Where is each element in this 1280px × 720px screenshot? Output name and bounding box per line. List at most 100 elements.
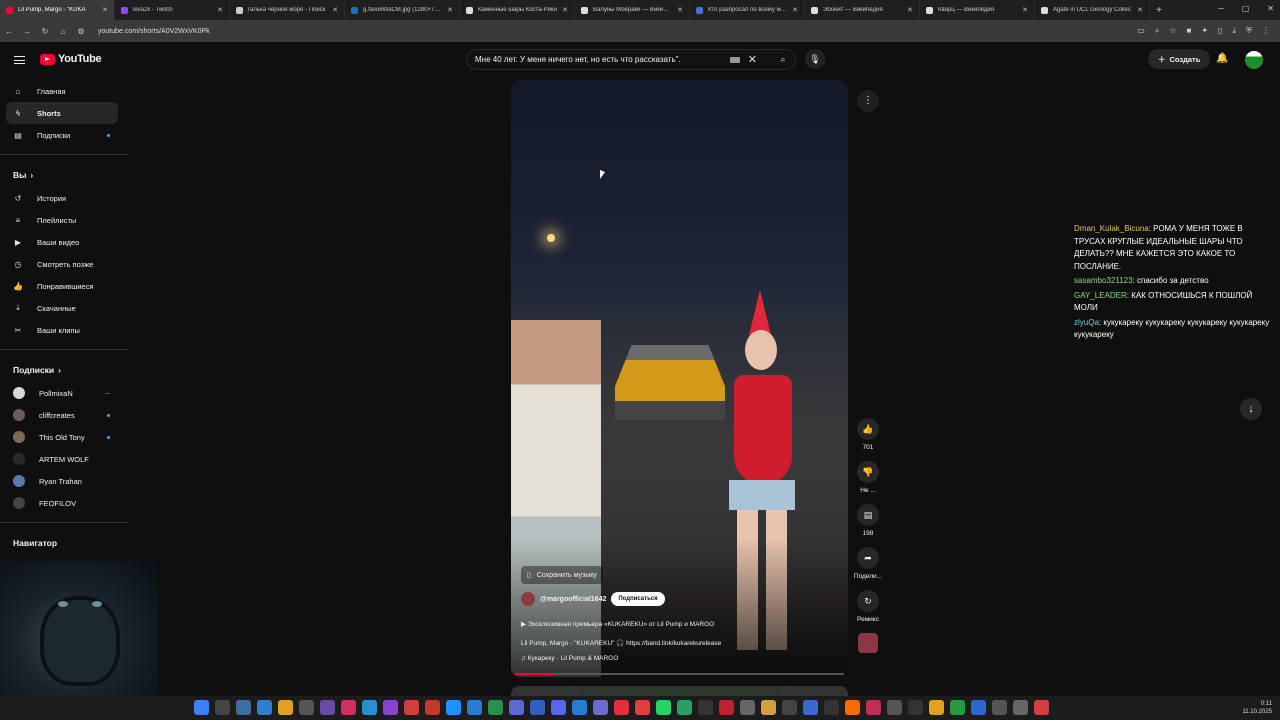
taskbar-app-icon[interactable] — [782, 700, 797, 715]
taskbar-app-icon[interactable] — [635, 700, 650, 715]
subscribe-button[interactable]: Подписаться — [611, 592, 665, 606]
extension-icon[interactable]: ■ — [1187, 26, 1192, 36]
sidebar-item[interactable]: ▤ Подписки — [6, 124, 118, 146]
taskbar-app-icon[interactable] — [509, 700, 524, 715]
browser-tab[interactable]: Валуны Моераки — Википедия ✕ — [575, 0, 690, 20]
cast-icon[interactable]: ▭ — [1137, 26, 1145, 36]
taskbar-app-icon[interactable] — [1013, 700, 1028, 715]
browser-tab[interactable]: Эбонит — Википедия ✕ — [805, 0, 920, 20]
sidebar-item[interactable]: This Old Tony — [6, 426, 118, 448]
taskbar-app-icon[interactable] — [467, 700, 482, 715]
remix-icon[interactable]: ↻ — [857, 590, 879, 612]
channel-avatar[interactable] — [521, 592, 535, 606]
create-button[interactable]: ＋ Создать — [1148, 49, 1211, 69]
taskbar-app-icon[interactable] — [824, 700, 839, 715]
sidebar-item[interactable]: ↺ История — [6, 187, 118, 209]
more-options-icon[interactable]: ⋮ — [857, 90, 879, 112]
taskbar-app-icon[interactable] — [551, 700, 566, 715]
back-icon[interactable]: ← — [0, 27, 18, 36]
tab-close-icon[interactable]: ✕ — [907, 6, 913, 14]
maximize-icon[interactable]: ▢ — [1242, 4, 1250, 13]
section-subscriptions[interactable]: Подписки › — [0, 358, 128, 382]
sidebar-item[interactable]: ✂ Ваши клипы — [6, 319, 118, 341]
taskbar-app-icon[interactable] — [971, 700, 986, 715]
sidebar-item[interactable]: cliffcreates — [6, 404, 118, 426]
share-icon[interactable]: ➦ — [857, 547, 879, 569]
downloads-browser-icon[interactable]: ⤓ — [1232, 26, 1236, 36]
channel-handle[interactable]: @margoofficial1642 — [540, 596, 606, 603]
share-action[interactable]: ➦ Подели... — [852, 547, 884, 580]
sidebar-item[interactable]: Ryan Trahan — [6, 470, 118, 492]
minimize-icon[interactable]: ─ — [1218, 4, 1224, 13]
taskbar-app-icon[interactable] — [320, 700, 335, 715]
zoom-icon[interactable]: ⌕ — [1155, 26, 1159, 36]
taskbar-app-icon[interactable] — [719, 700, 734, 715]
new-tab-icon[interactable]: + — [1150, 5, 1168, 16]
home-browser-icon[interactable]: ⌂ — [54, 27, 72, 36]
browser-tab[interactable]: галька черное море - Поиск ✕ — [230, 0, 345, 20]
taskbar-app-icon[interactable] — [803, 700, 818, 715]
search-icon[interactable]: ⌕ — [771, 54, 795, 65]
bookmark-star-icon[interactable]: ☆ — [1169, 26, 1176, 36]
taskbar-app-icon[interactable] — [236, 700, 251, 715]
url-field[interactable]: youtube.com/shorts/A0V2WxVK0Pk — [98, 28, 1137, 35]
taskbar-app-icon[interactable] — [362, 700, 377, 715]
taskbar-app-icon[interactable] — [950, 700, 965, 715]
sidebar-item[interactable]: ⌂ Главная — [6, 80, 118, 102]
extensions-puzzle-icon[interactable]: ✦ — [1201, 26, 1208, 36]
like-action[interactable]: 👍 701 — [852, 418, 884, 451]
taskbar-app-icon[interactable] — [656, 700, 671, 715]
browser-tab[interactable]: leva2k - Twitch ✕ — [115, 0, 230, 20]
sidebar-item[interactable]: ▶ Ваши видео — [6, 231, 118, 253]
taskbar-app-icon[interactable] — [908, 700, 923, 715]
tab-close-icon[interactable]: ✕ — [677, 6, 683, 14]
next-short-preview[interactable] — [511, 686, 848, 696]
browser-tab[interactable]: Кто разбросал по всему ми... ✕ — [690, 0, 805, 20]
sidebar-item[interactable]: ◷ Смотреть позже — [6, 253, 118, 275]
taskbar-app-icon[interactable] — [299, 700, 314, 715]
music-line[interactable]: ♫ Кукареку · Lil Pump & MARGO — [521, 655, 618, 662]
youtube-logo[interactable]: YouTube — [40, 53, 102, 65]
taskbar-app-icon[interactable] — [425, 700, 440, 715]
thumbs-down-icon[interactable]: 👎 — [857, 461, 879, 483]
save-music-button[interactable]: ▯ Сохранить музыку — [521, 566, 603, 584]
sidebar-item[interactable]: 👍 Понравившиеся — [6, 275, 118, 297]
taskbar-app-icon[interactable] — [383, 700, 398, 715]
clear-search-icon[interactable]: ✕ — [748, 53, 757, 66]
taskbar-app-icon[interactable] — [1034, 700, 1049, 715]
sidebar-item[interactable]: FEOFILOV — [6, 492, 118, 514]
tab-close-icon[interactable]: ✕ — [332, 6, 338, 14]
search-input[interactable]: Мне 40 лет. У меня ничего нет, но есть ч… — [475, 55, 730, 64]
browser-menu-icon[interactable]: ⋮ — [1262, 26, 1270, 36]
split-icon[interactable]: ▯ — [1218, 26, 1222, 36]
taskbar-app-icon[interactable] — [446, 700, 461, 715]
taskbar-app-icon[interactable] — [488, 700, 503, 715]
section-you[interactable]: Вы › — [0, 163, 128, 187]
tab-close-icon[interactable]: ✕ — [447, 6, 453, 14]
sidebar-item[interactable]: ⤓ Скачанные — [6, 297, 118, 319]
video-description[interactable]: Lil Pump, Margo - "KUKAREKU" 🎧 https://b… — [521, 639, 721, 647]
notifications-bell-icon[interactable]: 🔔 — [1216, 53, 1228, 64]
remix-action[interactable]: ↻ Ремикс — [852, 590, 884, 623]
taskbar-app-icon[interactable] — [845, 700, 860, 715]
comments-action[interactable]: ▤ 198 — [852, 504, 884, 537]
taskbar-app-icon[interactable] — [929, 700, 944, 715]
shield-icon[interactable]: ⛨ — [1246, 26, 1252, 36]
taskbar-app-icon[interactable] — [761, 700, 776, 715]
sidebar-item[interactable]: PollmixaN — [6, 382, 118, 404]
taskbar-app-icon[interactable] — [257, 700, 272, 715]
taskbar-app-icon[interactable] — [740, 700, 755, 715]
tab-close-icon[interactable]: ✕ — [792, 6, 798, 14]
sidebar-item[interactable]: ϟ Shorts — [6, 102, 118, 124]
sidebar-item[interactable]: ARTEM WOLF — [6, 448, 118, 470]
browser-tab[interactable]: Agate in UCL Geology Collec ✕ — [1035, 0, 1150, 20]
taskbar-app-icon[interactable] — [677, 700, 692, 715]
account-avatar[interactable] — [1245, 51, 1263, 69]
tab-close-icon[interactable]: ✕ — [217, 6, 223, 14]
taskbar-app-icon[interactable] — [866, 700, 881, 715]
section-navigator[interactable]: Навигатор — [0, 531, 128, 555]
site-info-icon[interactable]: ⚙ — [72, 27, 90, 36]
keyboard-icon[interactable] — [729, 56, 740, 63]
menu-icon[interactable] — [14, 56, 25, 64]
close-window-icon[interactable]: ✕ — [1267, 4, 1274, 13]
